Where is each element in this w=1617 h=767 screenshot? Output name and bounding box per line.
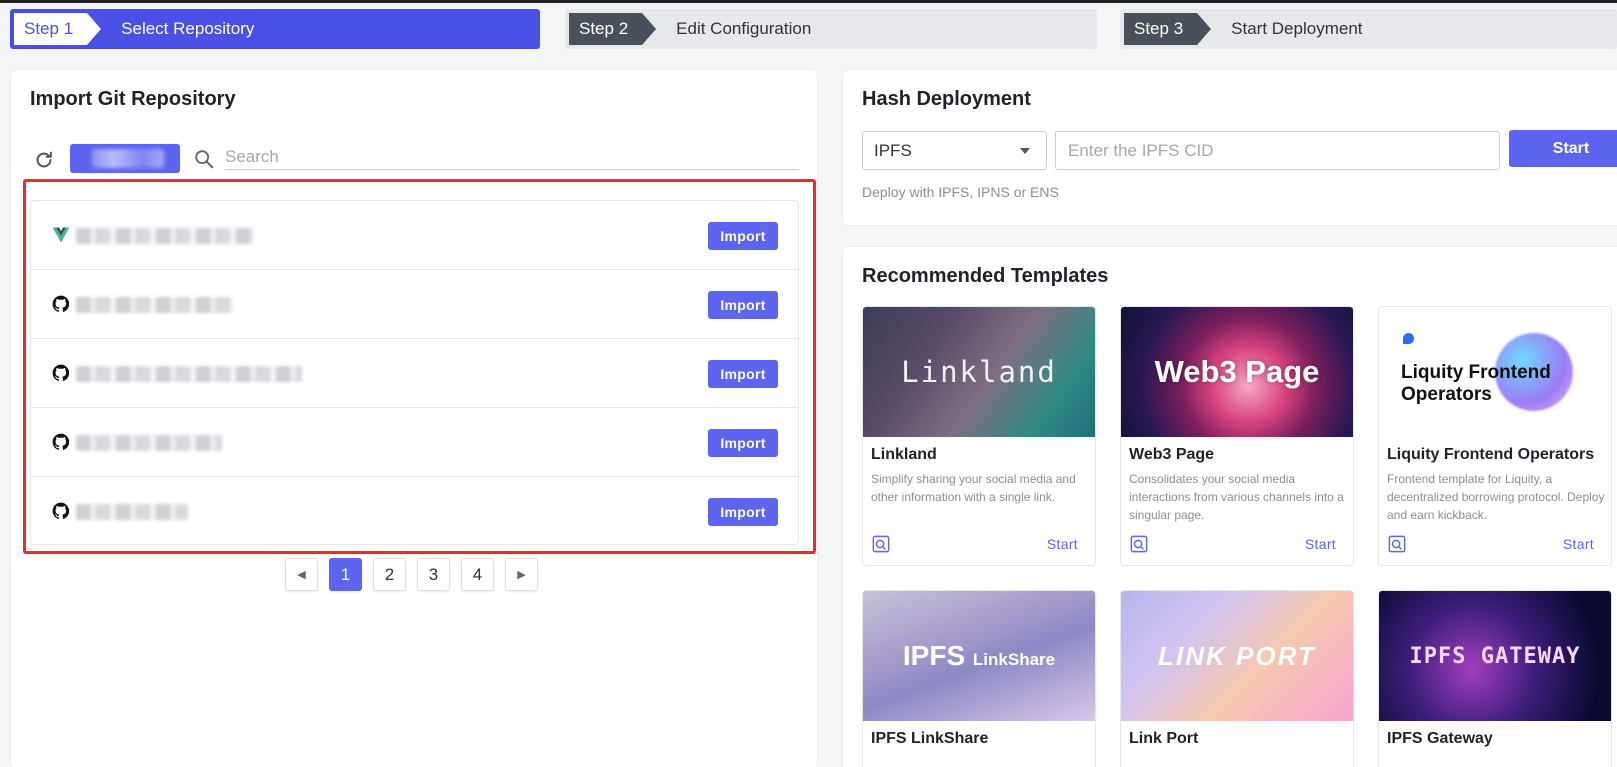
page-button-2[interactable]: 2 [373,558,406,591]
panel-title: Recommended Templates [862,265,1109,287]
protocol-select-value: IPFS [874,140,912,160]
template-card-liquity[interactable]: Liquity Frontend Operators Liquity Front… [1378,306,1612,566]
import-git-repository-panel: Import Git Repository Import Import [10,69,818,767]
step-tag: Step 3 [1124,13,1212,45]
template-description: Consolidates your social media interacti… [1129,472,1344,522]
template-title: Web3 Page [1129,446,1215,463]
template-card-link-port[interactable]: LINK PORT Link Port [1120,590,1354,767]
step-tag: Step 2 [569,13,657,45]
protocol-select[interactable]: IPFS [862,131,1047,170]
cid-input[interactable] [1055,131,1500,170]
page-button-1[interactable]: 1 [329,558,362,591]
panel-title: Hash Deployment [862,88,1031,110]
step-label: Start Deployment [1231,19,1363,38]
list-item: Import [31,270,798,339]
panel-title: Import Git Repository [30,88,236,110]
github-icon [52,364,70,381]
next-page-button[interactable]: ▶ [505,558,538,591]
import-button[interactable]: Import [708,291,778,319]
template-card-ipfs-linkshare[interactable]: IPFS LinkShare IPFS LinkShare [862,590,1096,767]
thumbnail-text: IPFS GATEWAY [1409,643,1581,669]
thumbnail-text: Linkland [901,355,1057,389]
caret-down-icon [1020,148,1030,154]
thumbnail-text: Liquity Frontend Operators [1401,362,1551,405]
step-start-deployment[interactable]: Step 3 Start Deployment [1120,9,1617,49]
preview-icon[interactable] [1388,535,1406,553]
redacted-repo-name [76,435,222,451]
list-item: Import [31,408,798,477]
preview-icon[interactable] [872,535,890,553]
template-start-link[interactable]: Start [1047,536,1078,552]
template-thumbnail: Linkland [863,307,1095,437]
refresh-icon[interactable] [33,149,55,171]
hash-hint: Deploy with IPFS, IPNS or ENS [862,184,1059,200]
account-selector-button[interactable] [70,144,180,173]
thumbnail-text: IPFS LinkShare [902,640,1056,671]
step-edit-configuration[interactable]: Step 2 Edit Configuration [565,9,1097,49]
import-button[interactable]: Import [708,222,778,250]
preview-icon[interactable] [1130,535,1148,553]
window-top-border [0,0,1617,3]
template-card-ipfs-gateway[interactable]: IPFS GATEWAY IPFS Gateway [1378,590,1612,767]
template-thumbnail: IPFS GATEWAY [1379,591,1611,721]
template-thumbnail: LINK PORT [1121,591,1353,721]
github-icon [52,433,70,450]
template-thumbnail: Web3 Page [1121,307,1353,437]
list-item: Import [31,201,798,270]
template-title: Linkland [871,446,937,463]
page-button-3[interactable]: 3 [417,558,450,591]
search-icon [195,150,214,169]
redacted-repo-name [76,366,302,382]
hash-deployment-panel: Hash Deployment IPFS Start Deploy with I… [842,69,1617,226]
pagination: ◀ 1 2 3 4 ▶ [285,558,538,591]
template-start-link[interactable]: Start [1305,536,1336,552]
import-button[interactable]: Import [708,498,778,526]
liquity-logo-icon [1403,333,1414,344]
step-label: Select Repository [121,19,255,38]
step-label: Edit Configuration [676,19,812,38]
template-title: IPFS Gateway [1387,730,1493,747]
step-select-repository[interactable]: Step 1 Select Repository [10,9,540,49]
redacted-repo-name [76,504,188,520]
template-card-web3-page[interactable]: Web3 Page Web3 Page Consolidates your so… [1120,306,1354,566]
redacted-repo-name [76,228,254,244]
template-thumbnail: IPFS LinkShare [863,591,1095,721]
template-title: Link Port [1129,730,1199,747]
list-item: Import [31,339,798,408]
template-description: Simplify sharing your social media and o… [871,472,1076,504]
step-tag: Step 1 [14,13,102,45]
search-input[interactable] [225,144,799,170]
redacted-repo-name [76,297,234,313]
template-description: Frontend template for Liquity, a decentr… [1387,472,1605,522]
import-button[interactable]: Import [708,429,778,457]
start-button[interactable]: Start [1509,130,1617,167]
template-card-linkland[interactable]: Linkland Linkland Simplify sharing your … [862,306,1096,566]
vue-icon [52,227,70,243]
github-icon [52,502,70,519]
redacted-account-name [92,149,164,168]
prev-page-button[interactable]: ◀ [285,558,318,591]
page-button-4[interactable]: 4 [461,558,494,591]
template-title: IPFS LinkShare [871,730,989,747]
import-button[interactable]: Import [708,360,778,388]
thumbnail-text: LINK PORT [1158,640,1316,671]
template-thumbnail: Liquity Frontend Operators [1379,307,1611,437]
github-icon [52,295,70,312]
recommended-templates-panel: Recommended Templates Linkland Linkland … [842,246,1617,767]
template-start-link[interactable]: Start [1563,536,1594,552]
thumbnail-text: Web3 Page [1154,354,1320,389]
list-item: Import [31,477,798,546]
repo-list: Import Import Import Import Import [30,200,799,545]
template-title: Liquity Frontend Operators [1387,446,1595,463]
